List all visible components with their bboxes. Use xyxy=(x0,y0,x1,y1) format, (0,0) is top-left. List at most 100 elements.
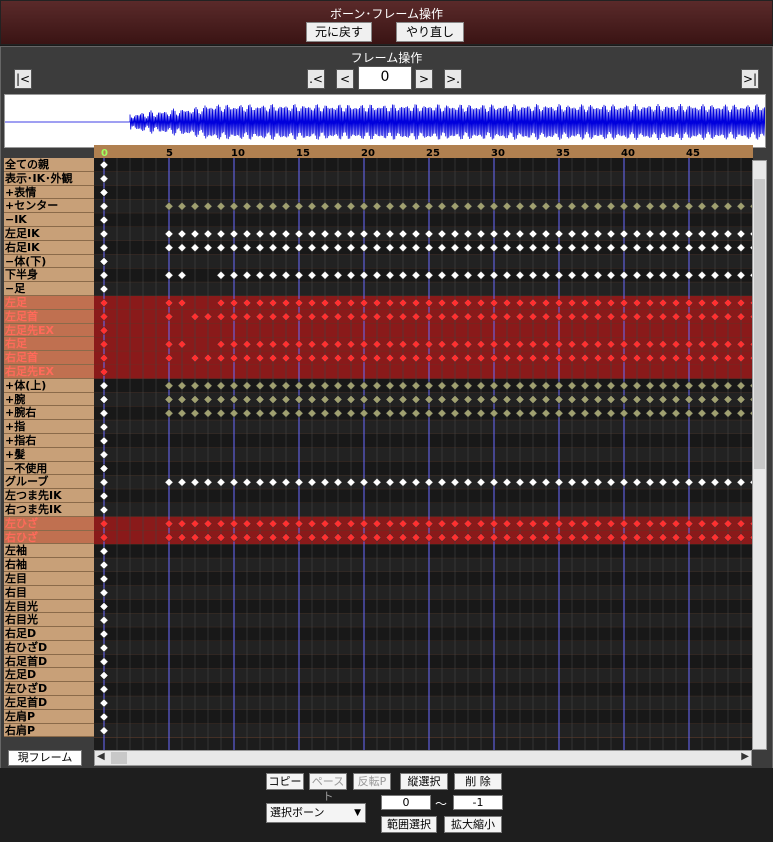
timeline-row[interactable] xyxy=(94,641,753,655)
bone-row-label[interactable]: 左足 xyxy=(4,295,94,310)
timeline-row[interactable] xyxy=(94,572,753,586)
bone-row-label[interactable]: 左つま先IK xyxy=(4,489,94,503)
prev-key-button[interactable]: .< xyxy=(307,69,325,89)
timeline-row[interactable] xyxy=(94,696,753,710)
next-key-button[interactable]: >. xyxy=(444,69,462,89)
redo-button[interactable]: やり直し xyxy=(396,22,464,42)
bone-frame-panel-title: ボーン･フレーム操作 xyxy=(329,7,444,21)
current-frame-button[interactable]: 現フレーム xyxy=(8,750,82,766)
copy-button[interactable]: コピー xyxy=(266,773,304,790)
bone-row-label[interactable]: −体(下) xyxy=(4,254,94,269)
bone-row-label[interactable]: 表示･IK･外観 xyxy=(4,171,94,186)
bottom-controls: コピー ペースト 反転P 縦選択 削 除 選択ボーン ▼ 0 〜 -1 範囲選択… xyxy=(0,768,773,842)
bone-row-label[interactable]: 左肩P xyxy=(4,709,94,724)
bone-row-label[interactable]: 左足先EX xyxy=(4,323,94,338)
bone-row-label[interactable]: 右ひざ xyxy=(4,530,94,545)
bone-row-label[interactable]: +腕 xyxy=(4,392,94,407)
bone-row-label[interactable]: グルーブ xyxy=(4,475,94,490)
bone-row-label[interactable]: 右つま先IK xyxy=(4,502,94,517)
bone-row-label[interactable]: 右足首 xyxy=(4,351,94,365)
paste-button[interactable]: ペースト xyxy=(309,773,347,803)
bone-row-label[interactable]: 全ての親 xyxy=(4,158,94,172)
scale-button[interactable]: 拡大縮小 xyxy=(444,816,502,833)
bone-row-label[interactable]: +指 xyxy=(4,420,94,434)
bone-row-label[interactable]: 左足首D xyxy=(4,696,94,710)
timeline-row[interactable] xyxy=(94,420,753,434)
bone-row-label[interactable]: −不使用 xyxy=(4,461,94,476)
timeline-grid[interactable]: 0 5 10 15 20 25 30 35 40 45 xyxy=(94,145,753,750)
timeline-row[interactable] xyxy=(94,613,753,628)
last-frame-button[interactable]: >| xyxy=(741,69,759,89)
first-frame-button[interactable]: |< xyxy=(14,69,32,89)
horizontal-scroll-thumb[interactable] xyxy=(111,752,127,764)
delete-button[interactable]: 削 除 xyxy=(454,773,502,790)
bone-row-label[interactable]: +腕右 xyxy=(4,406,94,421)
timeline-row[interactable] xyxy=(94,723,753,738)
prev-frame-button[interactable]: < xyxy=(336,69,354,89)
bone-select-value: 選択ボーン xyxy=(270,806,325,819)
vertical-select-button[interactable]: 縦選択 xyxy=(400,773,448,790)
bone-row-label[interactable]: 左ひざ xyxy=(4,516,94,531)
timeline-row[interactable] xyxy=(94,599,753,614)
bone-row-label[interactable]: +センター xyxy=(4,199,94,214)
range-to-input[interactable]: -1 xyxy=(453,795,503,810)
bone-row-label[interactable]: −足 xyxy=(4,282,94,296)
bone-row-label[interactable]: 右袖 xyxy=(4,558,94,572)
vertical-scrollbar[interactable] xyxy=(752,160,767,750)
bone-row-label[interactable]: +指右 xyxy=(4,433,94,448)
timeline-row[interactable] xyxy=(94,558,753,572)
timeline-row[interactable] xyxy=(94,213,753,227)
bone-row-label[interactable]: 右足首D xyxy=(4,654,94,669)
bone-row-label[interactable]: 左足首 xyxy=(4,309,94,324)
timeline-row[interactable] xyxy=(94,682,753,697)
timeline-row[interactable] xyxy=(94,710,753,724)
timeline-row[interactable] xyxy=(94,668,753,683)
bone-row-label[interactable]: 右足先EX xyxy=(4,364,94,379)
bone-row-label[interactable]: 右目 xyxy=(4,585,94,600)
bone-row-label[interactable]: 右目光 xyxy=(4,613,94,628)
bone-row-label[interactable]: 左足D xyxy=(4,668,94,683)
bone-row-label[interactable]: 右足 xyxy=(4,337,94,352)
undo-button[interactable]: 元に戻す xyxy=(306,22,372,42)
range-from-input[interactable]: 0 xyxy=(381,795,431,810)
bone-row-label[interactable]: 右足IK xyxy=(4,240,94,255)
bone-row-label[interactable]: +体(上) xyxy=(4,378,94,393)
timeline-row[interactable] xyxy=(94,544,753,559)
timeline-row[interactable] xyxy=(94,489,753,503)
next-frame-button[interactable]: > xyxy=(415,69,433,89)
timeline-row[interactable] xyxy=(94,654,753,669)
timeline-row[interactable] xyxy=(94,503,753,517)
bone-row-label[interactable]: 右肩P xyxy=(4,723,94,738)
timeline-row[interactable] xyxy=(94,158,753,172)
timeline-row[interactable] xyxy=(94,627,753,641)
bone-select-dropdown[interactable]: 選択ボーン ▼ xyxy=(266,803,366,823)
timeline-row[interactable] xyxy=(94,585,753,600)
bone-row-label[interactable]: 下半身 xyxy=(4,268,94,283)
bone-row-label[interactable]: 左目光 xyxy=(4,599,94,614)
timeline-row[interactable] xyxy=(94,254,753,269)
timeline-row[interactable] xyxy=(94,365,753,379)
bone-row-label[interactable]: 左袖 xyxy=(4,544,94,559)
bone-row-label[interactable]: +髪 xyxy=(4,447,94,462)
timeline-row[interactable] xyxy=(94,434,753,448)
bone-row-label[interactable]: −IK xyxy=(4,213,94,227)
bone-row-label[interactable]: 左ひざD xyxy=(4,682,94,697)
scroll-left-arrow-icon[interactable]: ◀ xyxy=(97,751,105,762)
timeline-row[interactable] xyxy=(94,323,753,338)
bone-row-label[interactable]: +表情 xyxy=(4,185,94,200)
range-select-button[interactable]: 範囲選択 xyxy=(381,816,437,833)
bone-row-label[interactable]: 左足IK xyxy=(4,226,94,241)
timeline-row[interactable] xyxy=(94,282,753,296)
flip-paste-button[interactable]: 反転P xyxy=(353,773,391,790)
horizontal-scrollbar[interactable]: ◀ ▶ xyxy=(94,750,752,766)
timeline-row[interactable] xyxy=(94,461,753,476)
timeline-row[interactable] xyxy=(94,447,753,462)
scroll-right-arrow-icon[interactable]: ▶ xyxy=(741,751,749,762)
frame-number-input[interactable]: 0 xyxy=(358,66,412,90)
timeline-row[interactable] xyxy=(94,171,753,186)
bone-row-label[interactable]: 左目 xyxy=(4,571,94,586)
bone-row-label[interactable]: 右足D xyxy=(4,627,94,641)
vertical-scroll-thumb[interactable] xyxy=(754,179,765,469)
timeline-row[interactable] xyxy=(94,185,753,200)
bone-row-label[interactable]: 右ひざD xyxy=(4,640,94,655)
